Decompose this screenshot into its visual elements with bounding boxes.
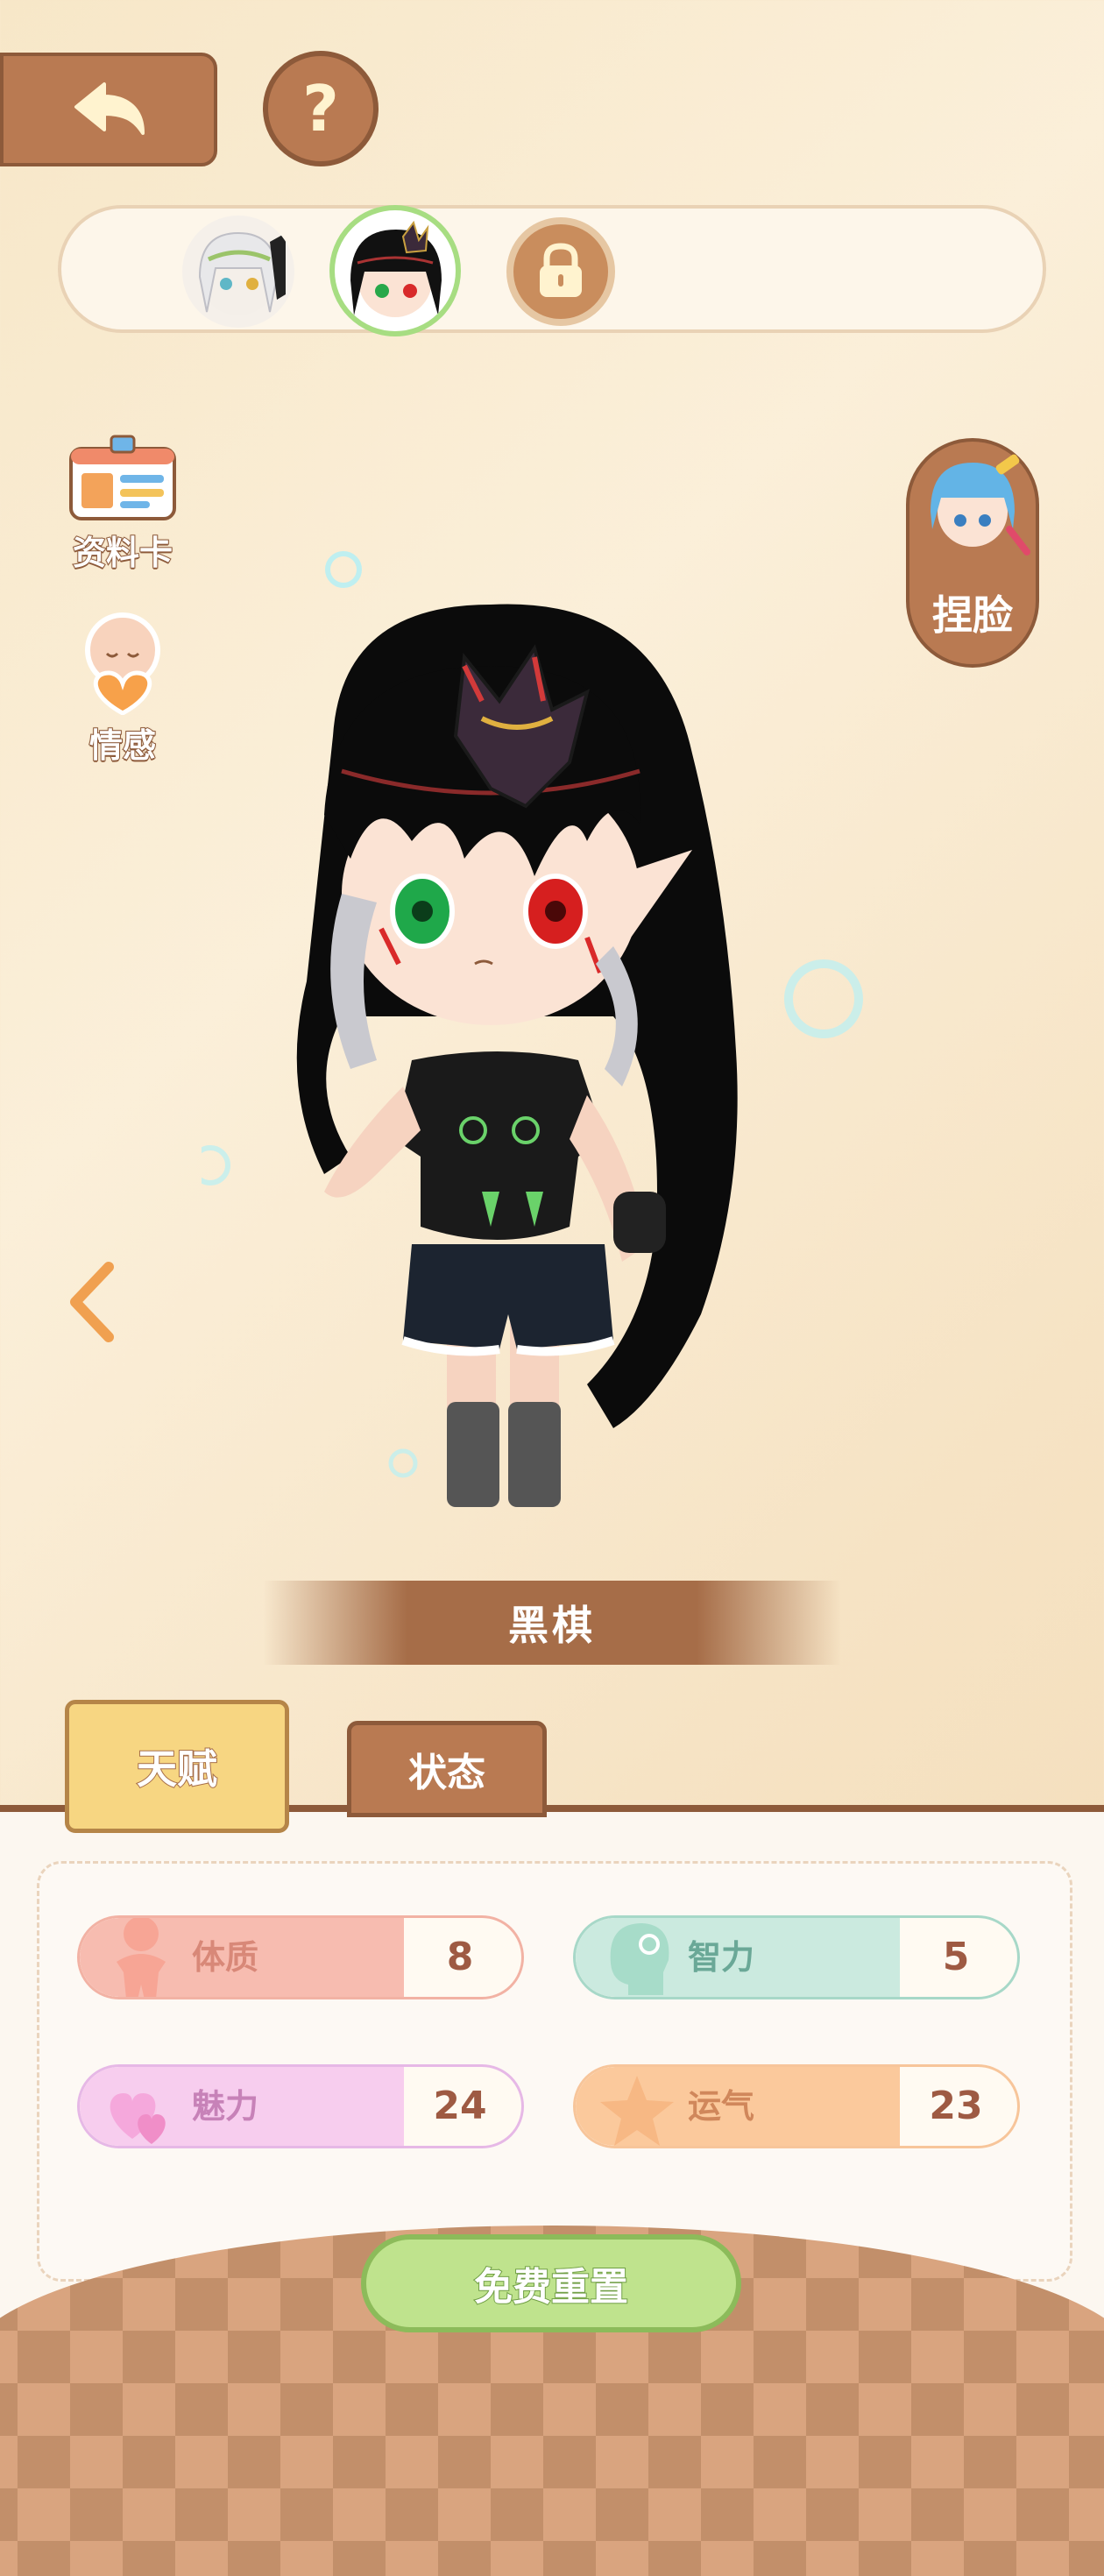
- stat-charm: 魅力 24: [77, 2064, 524, 2148]
- tab-status[interactable]: 状态: [347, 1721, 547, 1817]
- stat-label: 魅力: [192, 2087, 259, 2126]
- head-brain-icon: [610, 1923, 669, 1995]
- character-name: 黑棋: [508, 1602, 596, 1649]
- profile-card-label: 资料卡: [72, 533, 173, 573]
- emotion-label: 情感: [88, 725, 157, 766]
- stat-value: 24: [433, 2084, 487, 2128]
- black-hair-avatar-icon: [350, 220, 442, 317]
- stat-constitution: 体质 8: [77, 1915, 524, 1999]
- white-hair-avatar-icon: [198, 231, 286, 315]
- face-edit-button[interactable]: 捏脸: [906, 438, 1039, 668]
- stat-label: 智力: [688, 1938, 755, 1977]
- previous-arrow-button[interactable]: [65, 1258, 117, 1346]
- tab-talent[interactable]: 天赋: [65, 1700, 289, 1833]
- id-card-icon: [69, 435, 176, 520]
- stat-intelligence: 智力 5: [573, 1915, 1020, 1999]
- stat-value: 23: [929, 2084, 983, 2128]
- lock-icon: [540, 243, 582, 297]
- profile-card-button[interactable]: 资料卡: [61, 435, 184, 574]
- stat-value: 8: [446, 1935, 474, 1979]
- character-selector: [58, 205, 1046, 336]
- emotion-button[interactable]: 情感: [61, 610, 184, 767]
- stat-luck: 运气 23: [573, 2064, 1020, 2148]
- help-button[interactable]: ?: [263, 51, 379, 166]
- character-illustration: [190, 551, 863, 1507]
- chevron-left-icon: [70, 1262, 114, 1342]
- stat-value: 5: [942, 1935, 970, 1979]
- character-display[interactable]: [190, 526, 902, 1595]
- stat-label: 运气: [688, 2087, 755, 2126]
- character-slot-white-hair[interactable]: [182, 216, 294, 328]
- back-button[interactable]: [0, 53, 217, 166]
- free-reset-button[interactable]: 免费重置: [361, 2234, 741, 2332]
- baby-heart-icon: [85, 612, 160, 716]
- hearts-icon: [110, 2093, 166, 2144]
- back-arrow-icon: [74, 82, 145, 135]
- character-name-plate: 黑棋: [263, 1581, 841, 1665]
- character-slot-black-hair[interactable]: [329, 205, 461, 336]
- star-icon: [600, 2076, 674, 2146]
- stat-label: 体质: [192, 1938, 259, 1977]
- body-icon: [117, 1918, 166, 1997]
- face-edit-label: 捏脸: [932, 591, 1013, 639]
- blue-hair-avatar-icon: [931, 454, 1030, 556]
- character-slot-locked[interactable]: [506, 217, 615, 326]
- question-icon: ?: [302, 72, 339, 145]
